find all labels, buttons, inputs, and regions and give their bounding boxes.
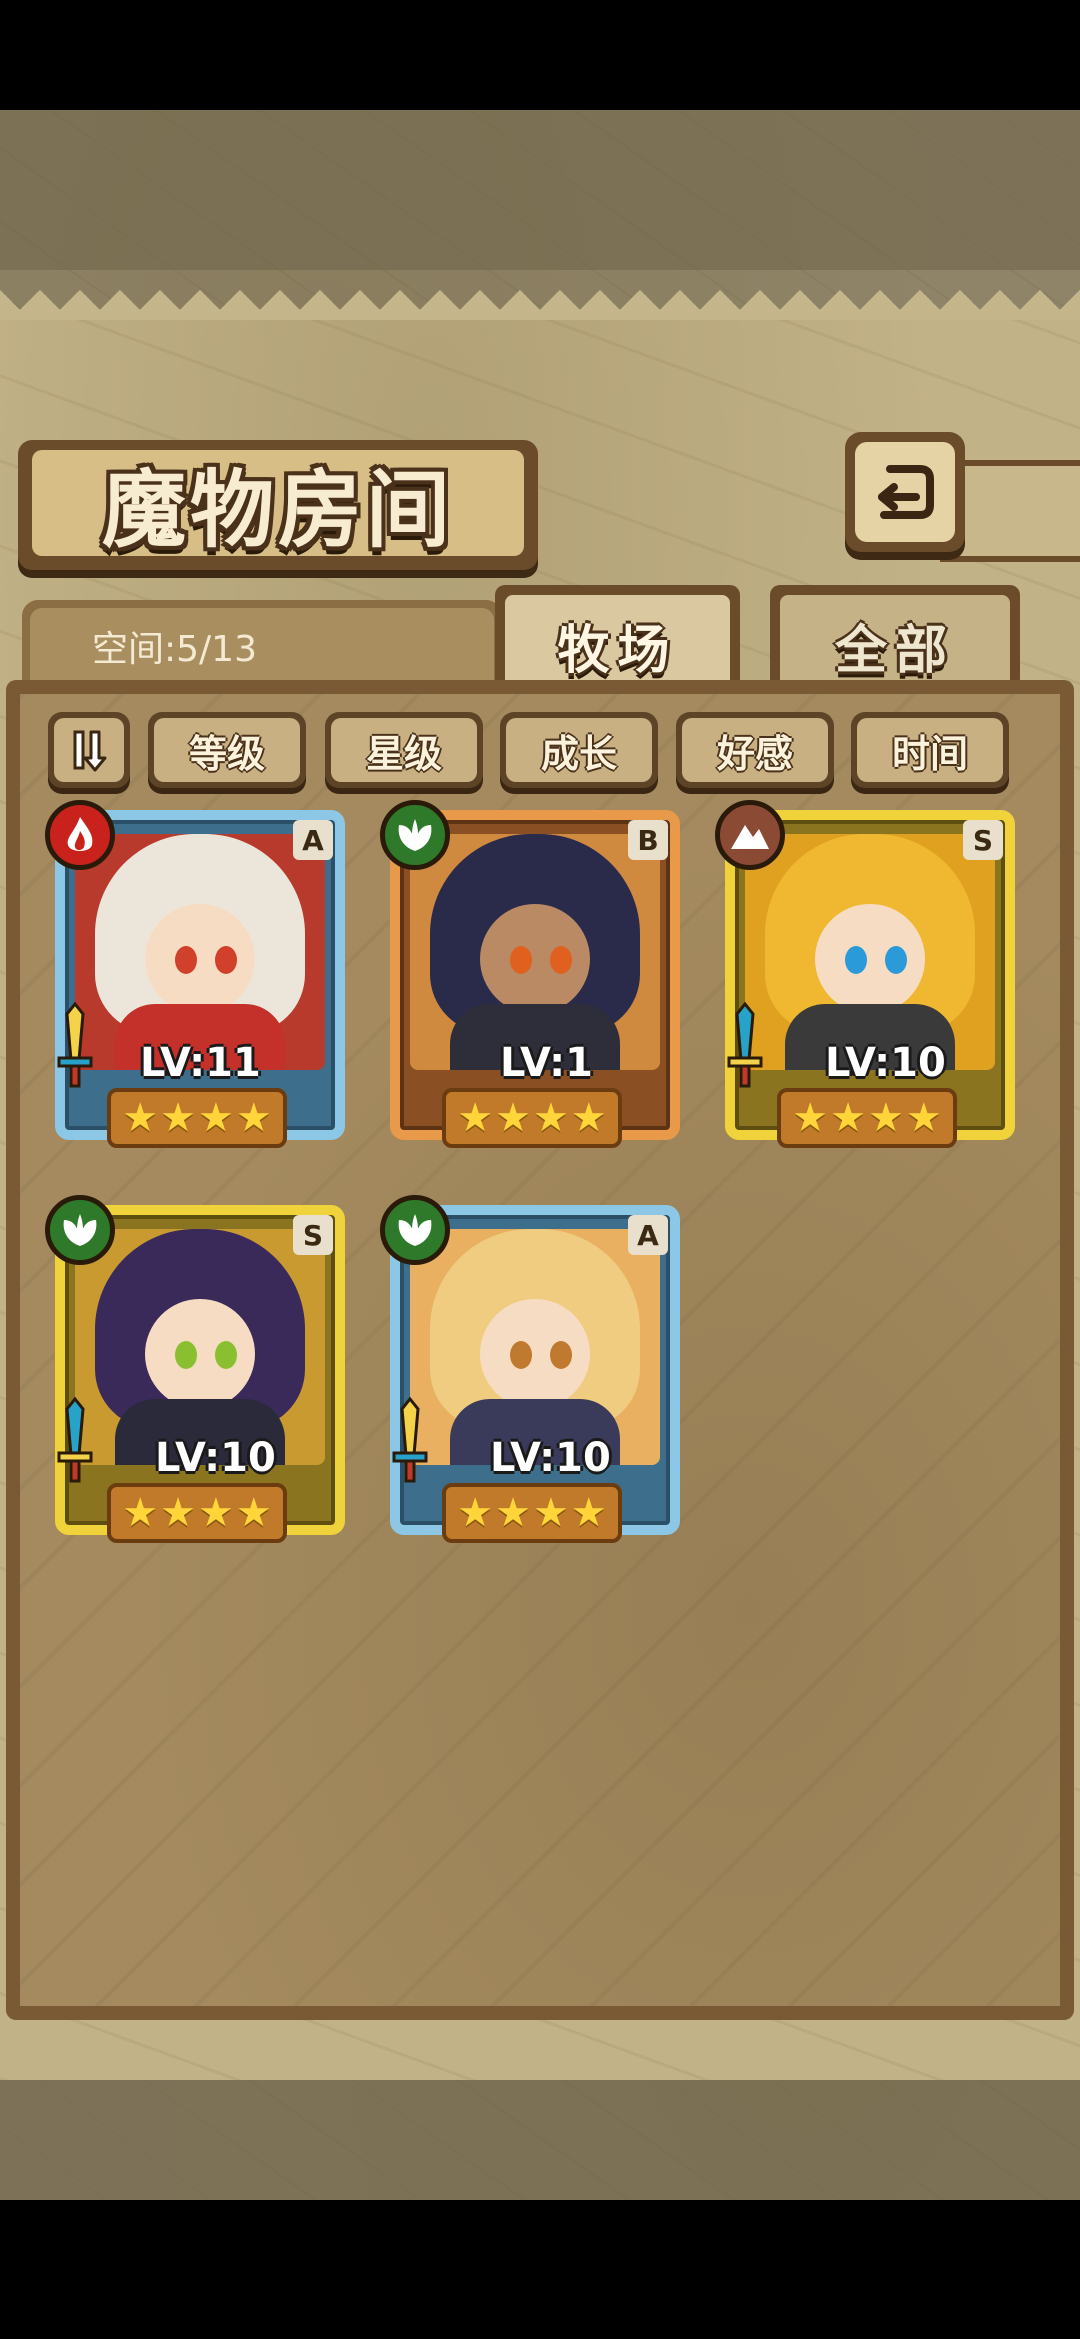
sort-order-toggle[interactable]	[48, 712, 130, 788]
sort-affection-button[interactable]: 好感	[676, 712, 834, 788]
monster-card[interactable]: A LV:10 ★ ★ ★ ★	[380, 1195, 680, 1555]
monster-card[interactable]: S LV:10 ★ ★ ★ ★	[715, 800, 1015, 1160]
rank-badge: A	[628, 1215, 668, 1255]
rank-badge: A	[293, 820, 333, 860]
rank-badge: S	[293, 1215, 333, 1255]
star-icon: ★	[570, 1095, 607, 1141]
star-icon: ★	[198, 1490, 234, 1536]
star-icon: ★	[160, 1490, 196, 1536]
star-icon: ★	[122, 1095, 159, 1141]
star-icon: ★	[457, 1490, 494, 1536]
monster-card[interactable]: B LV:1 ★ ★ ★ ★	[380, 800, 680, 1160]
star-rating: ★ ★ ★ ★	[442, 1483, 622, 1543]
star-rating: ★ ★ ★ ★	[107, 1088, 287, 1148]
sort-time-label: 时间	[891, 731, 968, 776]
sword-icon	[57, 1396, 93, 1483]
tab-ranch-label: 牧场	[557, 620, 678, 681]
monster-card[interactable]: A LV:11 ★ ★ ★ ★	[45, 800, 345, 1160]
star-rating: ★ ★ ★ ★	[777, 1088, 957, 1148]
sort-level-label: 等级	[188, 731, 265, 776]
title-plate: 魔物房间	[18, 440, 538, 570]
sort-growth-label: 成长	[540, 731, 617, 776]
space-count: 空间:5/13	[92, 629, 257, 670]
level-label: LV:10	[490, 1435, 611, 1481]
tab-all[interactable]: 全部	[770, 585, 1020, 695]
star-icon: ★	[122, 1490, 159, 1536]
monster-card[interactable]: S LV:10 ★ ★ ★ ★	[45, 1195, 345, 1555]
sort-growth-button[interactable]: 成长	[500, 712, 658, 788]
tab-ranch[interactable]: 牧场	[495, 585, 740, 695]
star-icon: ★	[235, 1095, 272, 1141]
star-icon: ★	[868, 1095, 904, 1141]
sort-level-button[interactable]: 等级	[148, 712, 306, 788]
star-rating: ★ ★ ★ ★	[442, 1088, 622, 1148]
level-label: LV:1	[500, 1040, 593, 1086]
leaf-element-icon	[45, 1195, 115, 1265]
star-icon: ★	[533, 1095, 569, 1141]
star-icon: ★	[235, 1490, 272, 1536]
back-arrow-icon	[878, 465, 934, 519]
level-label: LV:11	[140, 1040, 261, 1086]
star-icon: ★	[533, 1490, 569, 1536]
star-icon: ★	[160, 1095, 196, 1141]
level-label: LV:10	[155, 1435, 276, 1481]
earth-element-icon	[715, 800, 785, 870]
fire-element-icon	[45, 800, 115, 870]
sort-toggle-icon	[73, 730, 107, 772]
page-title: 魔物房间	[101, 459, 454, 559]
leaf-element-icon	[380, 800, 450, 870]
rank-badge: S	[963, 820, 1003, 860]
star-icon: ★	[830, 1095, 866, 1141]
star-icon: ★	[495, 1490, 531, 1536]
sort-affection-label: 好感	[716, 731, 793, 776]
sword-icon	[57, 1001, 93, 1088]
navigation-bar	[0, 2200, 1080, 2339]
star-icon: ★	[792, 1095, 829, 1141]
level-label: LV:10	[825, 1040, 946, 1086]
star-icon: ★	[198, 1095, 234, 1141]
leaf-element-icon	[380, 1195, 450, 1265]
star-icon: ★	[905, 1095, 942, 1141]
sword-icon	[392, 1396, 428, 1483]
star-icon: ★	[457, 1095, 494, 1141]
sort-star-label: 星级	[365, 731, 442, 776]
tab-all-label: 全部	[834, 620, 955, 681]
rank-badge: B	[628, 820, 668, 860]
sort-time-button[interactable]: 时间	[851, 712, 1009, 788]
star-rating: ★ ★ ★ ★	[107, 1483, 287, 1543]
star-icon: ★	[570, 1490, 607, 1536]
sword-icon	[727, 1001, 763, 1088]
back-button[interactable]	[845, 432, 965, 552]
map-strip-top	[0, 110, 1080, 270]
sort-star-button[interactable]: 星级	[325, 712, 483, 788]
status-bar	[0, 0, 1080, 110]
star-icon: ★	[495, 1095, 531, 1141]
